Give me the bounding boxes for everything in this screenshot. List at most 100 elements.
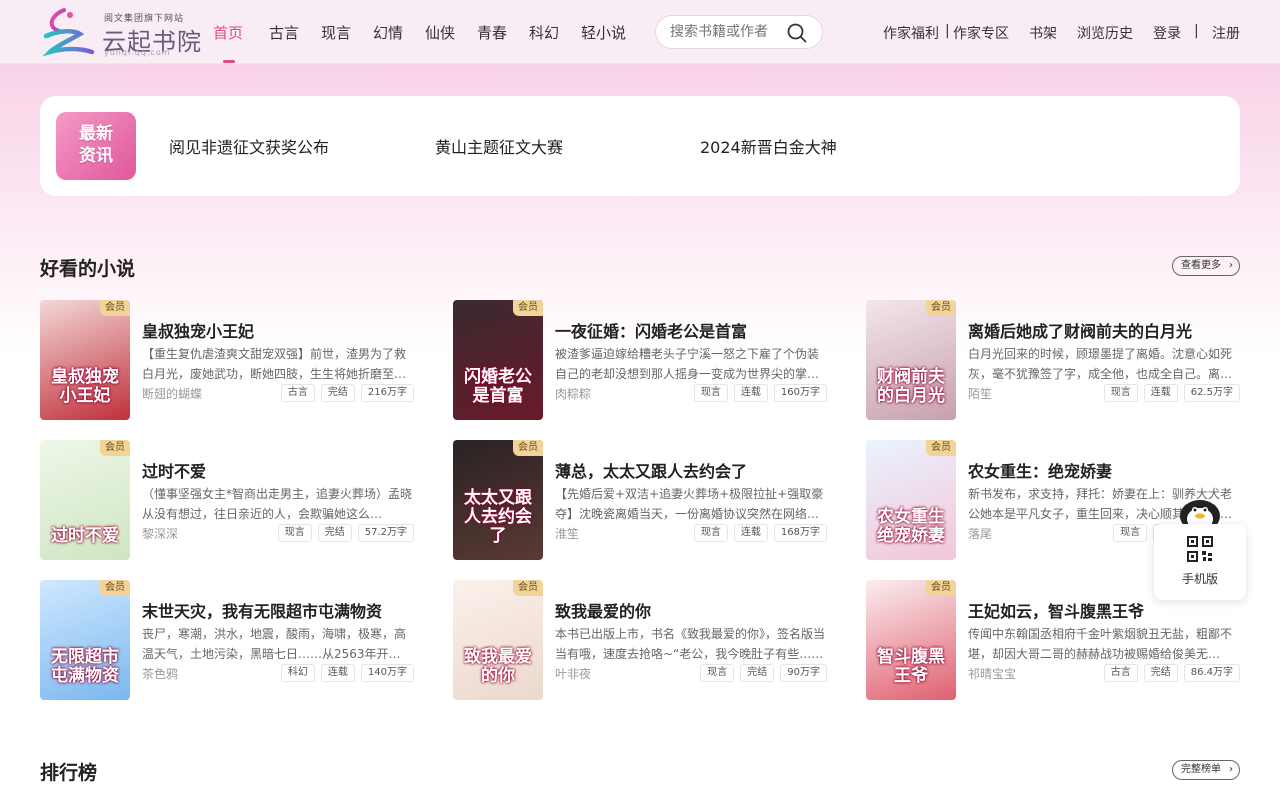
book-tag: 90万字 xyxy=(780,664,827,682)
book-author[interactable]: 淮笙 xyxy=(555,525,579,542)
nav-item-scifi[interactable]: 科幻 xyxy=(529,22,559,43)
book-cover[interactable]: 智斗腹黑王爷 会员 xyxy=(866,580,956,700)
full-ranking-label: 完整榜单 xyxy=(1181,764,1221,775)
site-logo[interactable]: 阅文集团旗下网站 云起书院 yunqi.qq.com xyxy=(40,6,201,58)
nav-item-home[interactable]: 首页 xyxy=(213,22,243,43)
book-tag: 古言 xyxy=(1103,664,1138,682)
book-card[interactable]: 闪婚老公是首富 会员 一夜征婚：闪婚老公是首富被渣爹逼迫嫁给糟老头子宁溪一怒之下雇了… xyxy=(453,300,827,420)
history-link[interactable]: 浏览历史 xyxy=(1077,23,1133,43)
vip-badge: 会员 xyxy=(513,440,543,456)
news-item[interactable]: 黄山主题征文大赛 xyxy=(435,134,563,158)
book-tags: 古言 完结 86.4万字 xyxy=(1103,664,1240,682)
book-title[interactable]: 过时不爱 xyxy=(142,458,206,482)
register-link[interactable]: 注册 xyxy=(1212,23,1240,43)
full-ranking-button[interactable]: 完整榜单 › xyxy=(1172,760,1240,780)
qr-code-icon xyxy=(1187,536,1213,562)
news-item[interactable]: 2024新晋白金大神 xyxy=(700,134,837,158)
book-card[interactable]: 致我最爱的你 会员 致我最爱的你 本书已出版上市，书名《致我最爱的你》，签名版当当有哦… xyxy=(453,580,827,700)
writer-welfare-link[interactable]: 作家福利 xyxy=(883,23,939,43)
book-cover[interactable]: 太太又跟人去约会了 会员 xyxy=(453,440,543,560)
book-description: 被渣爹逼迫嫁给糟老头子宁溪一怒之下雇了个伪装自己的老却没想到那人摇身一变成为世界… xyxy=(555,347,820,380)
book-cover-title: 过时不爱 xyxy=(51,526,119,546)
nav-item-youth[interactable]: 青春 xyxy=(477,22,507,43)
vip-badge: 会员 xyxy=(100,580,130,596)
book-author[interactable]: 叶非夜 xyxy=(555,665,591,682)
book-card[interactable]: 太太又跟人去约会了 会员 薄总，太太又跟人去约会了 【先婚后爱+双洁+追妻火葬场+极限… xyxy=(453,440,827,560)
book-description: （懂事坚强女主*智商出走男主，追妻火葬场）孟晓从没有想过，往日亲近的人，会欺骗她… xyxy=(142,487,413,520)
book-tags: 现言 连载 62.5万字 xyxy=(1103,384,1240,402)
book-tags: 现言 完结 90万字 xyxy=(700,664,827,682)
book-cover[interactable]: 财阀前夫的白月光 会员 xyxy=(866,300,956,420)
book-cover[interactable]: 过时不爱 会员 xyxy=(40,440,130,560)
book-cover[interactable]: 皇叔独宠小王妃 会员 xyxy=(40,300,130,420)
vip-badge: 会员 xyxy=(926,580,956,596)
search-input[interactable] xyxy=(670,24,790,40)
book-title[interactable]: 离婚后她成了财阀前夫的白月光 xyxy=(968,318,1192,342)
book-card[interactable]: 无限超市屯满物资 会员 末世天灾，我有无限超市屯满物资丧尸，寒潮，洪水，地震，酸雨，… xyxy=(40,580,414,700)
mobile-version-widget[interactable]: 手机版 xyxy=(1154,524,1246,600)
book-author[interactable]: 肉粽粽 xyxy=(555,385,591,402)
nav-item-modern[interactable]: 现言 xyxy=(321,22,351,43)
book-card[interactable]: 财阀前夫的白月光 会员 离婚后她成了财阀前夫的白月光 白月光回来的时候，顾璟墨提了离婚… xyxy=(866,300,1240,420)
book-title[interactable]: 一夜征婚：闪婚老公是首富 xyxy=(555,318,747,342)
book-tags: 古言 完结 216万字 xyxy=(280,384,414,402)
view-more-button[interactable]: 查看更多 › xyxy=(1172,256,1240,276)
book-author[interactable]: 落尾 xyxy=(968,525,992,542)
book-cover-title: 致我最爱的你 xyxy=(464,647,532,686)
news-item[interactable]: 阅见非遗征文获奖公布 xyxy=(169,134,329,158)
mobile-version-label: 手机版 xyxy=(1181,572,1218,586)
book-tag: 140万字 xyxy=(360,664,414,682)
view-more-label: 查看更多 xyxy=(1181,260,1221,271)
writer-zone-link[interactable]: 作家专区 xyxy=(953,23,1009,43)
nav-item-fantasy-romance[interactable]: 幻情 xyxy=(373,22,403,43)
book-author[interactable]: 黎深深 xyxy=(142,525,178,542)
vip-badge: 会员 xyxy=(513,300,543,316)
book-tag: 完结 xyxy=(317,524,352,542)
book-title[interactable]: 薄总，太太又跟人去约会了 xyxy=(555,458,747,482)
news-badge: 最新 资讯 xyxy=(56,112,136,180)
book-author[interactable]: 祁晴宝宝 xyxy=(968,665,1016,682)
nav-item-xianxia[interactable]: 仙侠 xyxy=(425,22,455,43)
book-tag: 连载 xyxy=(1143,384,1178,402)
section-title-ranking: 排行榜 xyxy=(40,762,98,784)
bookshelf-link[interactable]: 书架 xyxy=(1029,23,1057,43)
book-title[interactable]: 王妃如云，智斗腹黑王爷 xyxy=(968,598,1144,622)
book-title[interactable]: 皇叔独宠小王妃 xyxy=(142,318,254,342)
book-cover-title: 皇叔独宠小王妃 xyxy=(51,367,119,406)
book-author[interactable]: 茶色鸦 xyxy=(142,665,178,682)
book-tag: 现言 xyxy=(1113,524,1148,542)
logo-url: yunqi.qq.com xyxy=(104,48,171,57)
book-cover[interactable]: 闪婚老公是首富 会员 xyxy=(453,300,543,420)
book-tag: 科幻 xyxy=(280,664,315,682)
book-tag: 现言 xyxy=(693,524,728,542)
book-cover-title: 财阀前夫的白月光 xyxy=(877,367,945,406)
book-tag: 完结 xyxy=(320,384,355,402)
nav-item-light-novel[interactable]: 轻小说 xyxy=(581,22,626,43)
book-cover[interactable]: 无限超市屯满物资 会员 xyxy=(40,580,130,700)
book-title[interactable]: 末世天灾，我有无限超市屯满物资 xyxy=(142,598,382,622)
news-badge-line1: 最新 xyxy=(79,124,113,144)
news-bar: 最新 资讯 阅见非遗征文获奖公布 黄山主题征文大赛 2024新晋白金大神 xyxy=(40,96,1240,196)
news-badge-line2: 资讯 xyxy=(79,146,113,166)
book-card[interactable]: 过时不爱 会员 过时不爱 （懂事坚强女主*智商出走男主，追妻火葬场）孟晓从没有想过，往… xyxy=(40,440,414,560)
book-author[interactable]: 断翅的蝴蝶 xyxy=(142,385,202,402)
book-cover[interactable]: 农女重生绝宠娇妻 会员 xyxy=(866,440,956,560)
book-title[interactable]: 致我最爱的你 xyxy=(555,598,651,622)
book-tags: 现言 连载 168万字 xyxy=(693,524,827,542)
book-tag: 完结 xyxy=(1143,664,1178,682)
logo-mark-icon xyxy=(42,8,95,57)
book-author[interactable]: 陌笙 xyxy=(968,385,992,402)
book-title[interactable]: 农女重生：绝宠娇妻 xyxy=(968,458,1112,482)
vip-badge: 会员 xyxy=(100,440,130,456)
vip-badge: 会员 xyxy=(513,580,543,596)
chevron-right-icon: › xyxy=(1229,260,1233,271)
book-tag: 古言 xyxy=(280,384,315,402)
book-description: 丧尸，寒潮，洪水，地震，酸雨，海啸，极寒，高温天气，土地污染，黑暗七日……从25… xyxy=(142,627,407,660)
nav-active-indicator xyxy=(223,60,235,63)
nav-item-ancient[interactable]: 古言 xyxy=(269,22,299,43)
login-link[interactable]: 登录 xyxy=(1153,23,1181,43)
book-cover[interactable]: 致我最爱的你 会员 xyxy=(453,580,543,700)
book-card[interactable]: 皇叔独宠小王妃 会员 皇叔独宠小王妃 【重生复仇虐渣爽文甜宠双强】前世，渣男为了救白月… xyxy=(40,300,414,420)
book-cover-title: 无限超市屯满物资 xyxy=(51,647,119,686)
search-icon[interactable] xyxy=(786,22,808,44)
